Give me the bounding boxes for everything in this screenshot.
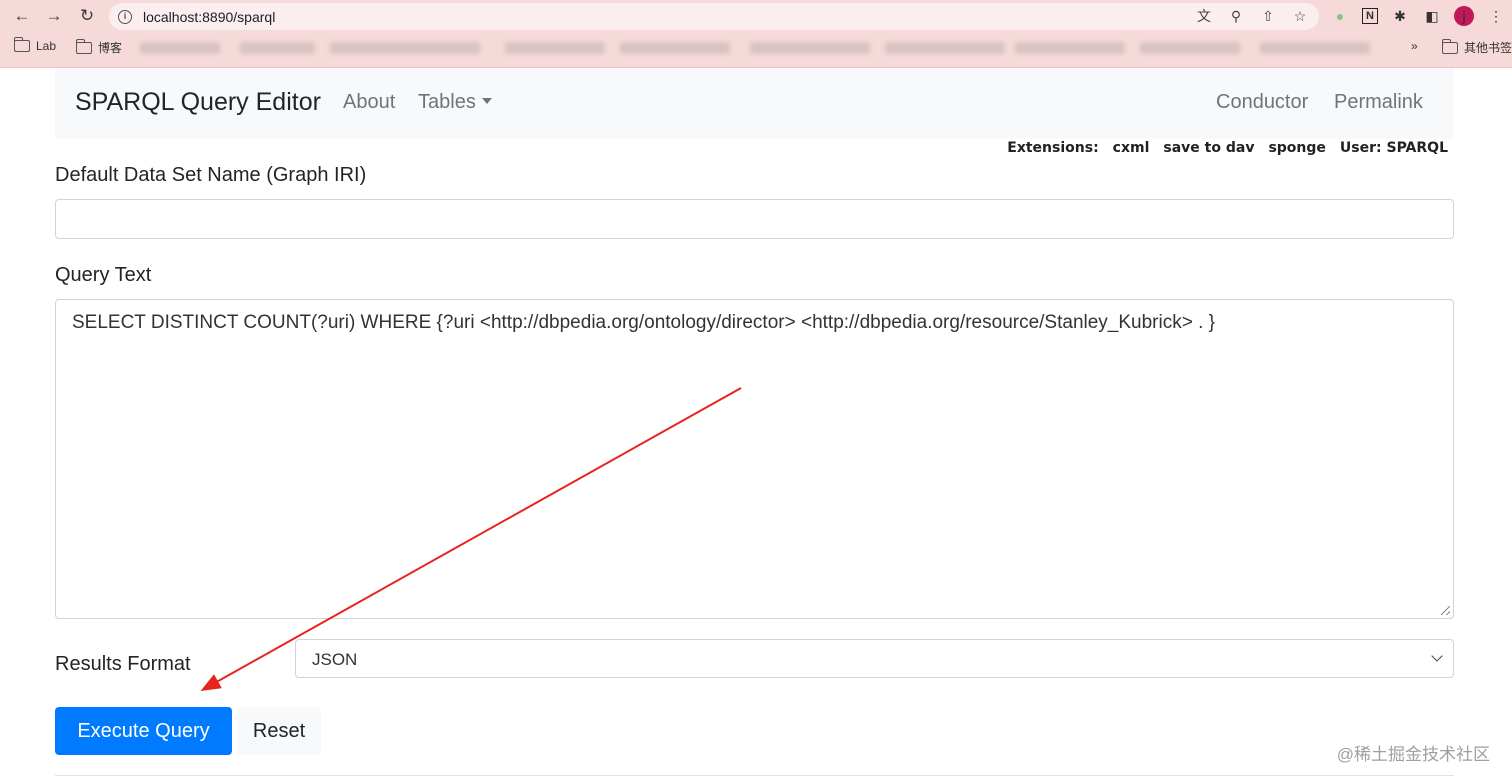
browser-chrome: ← → ↻ i localhost:8890/sparql 文 ⚲ ⇧ ☆ ● … <box>0 0 1512 68</box>
chevron-down-icon <box>1431 650 1443 662</box>
extension-green-icon[interactable]: ● <box>1330 6 1350 26</box>
results-format-select[interactable]: JSON <box>295 639 1454 678</box>
reset-button[interactable]: Reset <box>237 707 321 755</box>
resize-handle-icon[interactable] <box>1441 606 1450 615</box>
divider <box>55 775 1454 776</box>
extension-sponge[interactable]: sponge <box>1268 140 1325 156</box>
bookmark-blog[interactable]: 博客 <box>75 38 122 56</box>
watermark: @稀土掘金技术社区 <box>1336 745 1490 764</box>
redacted-bookmark <box>885 42 1005 54</box>
share-icon[interactable]: ⇧ <box>1259 7 1277 25</box>
caret-down-icon <box>481 98 492 104</box>
forward-icon[interactable]: → <box>42 5 66 27</box>
nav-permalink[interactable]: Permalink <box>1334 91 1423 114</box>
other-bookmarks[interactable]: 其他书签 <box>1441 38 1512 56</box>
back-icon[interactable]: ← <box>10 5 34 27</box>
redacted-bookmark <box>1015 42 1125 54</box>
query-text-label: Query Text <box>55 264 152 286</box>
graph-iri-input[interactable] <box>55 199 1454 239</box>
redacted-bookmark <box>620 42 730 54</box>
profile-avatar[interactable]: j <box>1454 6 1474 26</box>
redacted-bookmark <box>505 42 605 54</box>
bookmarks-bar: Lab 博客 » 其他书签 <box>0 36 1512 60</box>
redacted-bookmark <box>330 42 480 54</box>
graph-iri-label: Default Data Set Name (Graph IRI) <box>55 164 367 186</box>
nav-tables-dropdown[interactable]: Tables <box>418 91 492 114</box>
notion-icon[interactable]: N <box>1362 8 1378 24</box>
extensions-puzzle-icon[interactable]: ✱ <box>1390 6 1410 26</box>
redacted-bookmark <box>240 42 315 54</box>
user-info: User: SPARQL <box>1339 140 1448 156</box>
redacted-bookmark <box>1260 42 1370 54</box>
redacted-bookmark <box>140 42 220 54</box>
extensions-label: Extensions: <box>1007 140 1099 156</box>
folder-icon <box>1441 38 1458 54</box>
query-textarea[interactable]: SELECT DISTINCT COUNT(?uri) WHERE {?uri … <box>55 299 1454 619</box>
query-text-value: SELECT DISTINCT COUNT(?uri) WHERE {?uri … <box>72 312 1216 333</box>
nav-about[interactable]: About <box>343 91 395 114</box>
navbar-brand[interactable]: SPARQL Query Editor <box>75 88 321 117</box>
site-info-icon[interactable]: i <box>118 9 132 24</box>
menu-kebab-icon[interactable]: ⋮ <box>1486 6 1506 26</box>
extension-cxml[interactable]: cxml <box>1113 140 1150 156</box>
results-format-value: JSON <box>312 650 358 669</box>
extensions-bar: Extensions: cxml save to dav sponge User… <box>1007 140 1448 156</box>
folder-icon <box>13 37 30 52</box>
bookmarks-overflow-button[interactable]: » <box>1411 39 1418 53</box>
bookmark-lab[interactable]: Lab <box>13 37 56 53</box>
nav-conductor[interactable]: Conductor <box>1216 91 1308 114</box>
translate-icon[interactable]: 文 <box>1195 7 1213 25</box>
side-panel-icon[interactable]: ◧ <box>1422 6 1442 26</box>
top-navbar: SPARQL Query Editor About Tables Conduct… <box>55 68 1454 139</box>
execute-query-button[interactable]: Execute Query <box>55 707 232 755</box>
redacted-bookmark <box>750 42 870 54</box>
address-bar[interactable]: i localhost:8890/sparql 文 ⚲ ⇧ ☆ <box>109 3 1319 30</box>
extension-save-to-dav[interactable]: save to dav <box>1163 140 1254 156</box>
zoom-icon[interactable]: ⚲ <box>1227 7 1245 25</box>
folder-icon <box>75 38 92 54</box>
redacted-bookmark <box>1140 42 1240 54</box>
address-bar-url[interactable]: localhost:8890/sparql <box>143 9 275 25</box>
results-format-label: Results Format <box>55 653 191 675</box>
bookmark-star-icon[interactable]: ☆ <box>1291 7 1309 25</box>
reload-icon[interactable]: ↻ <box>75 5 99 27</box>
